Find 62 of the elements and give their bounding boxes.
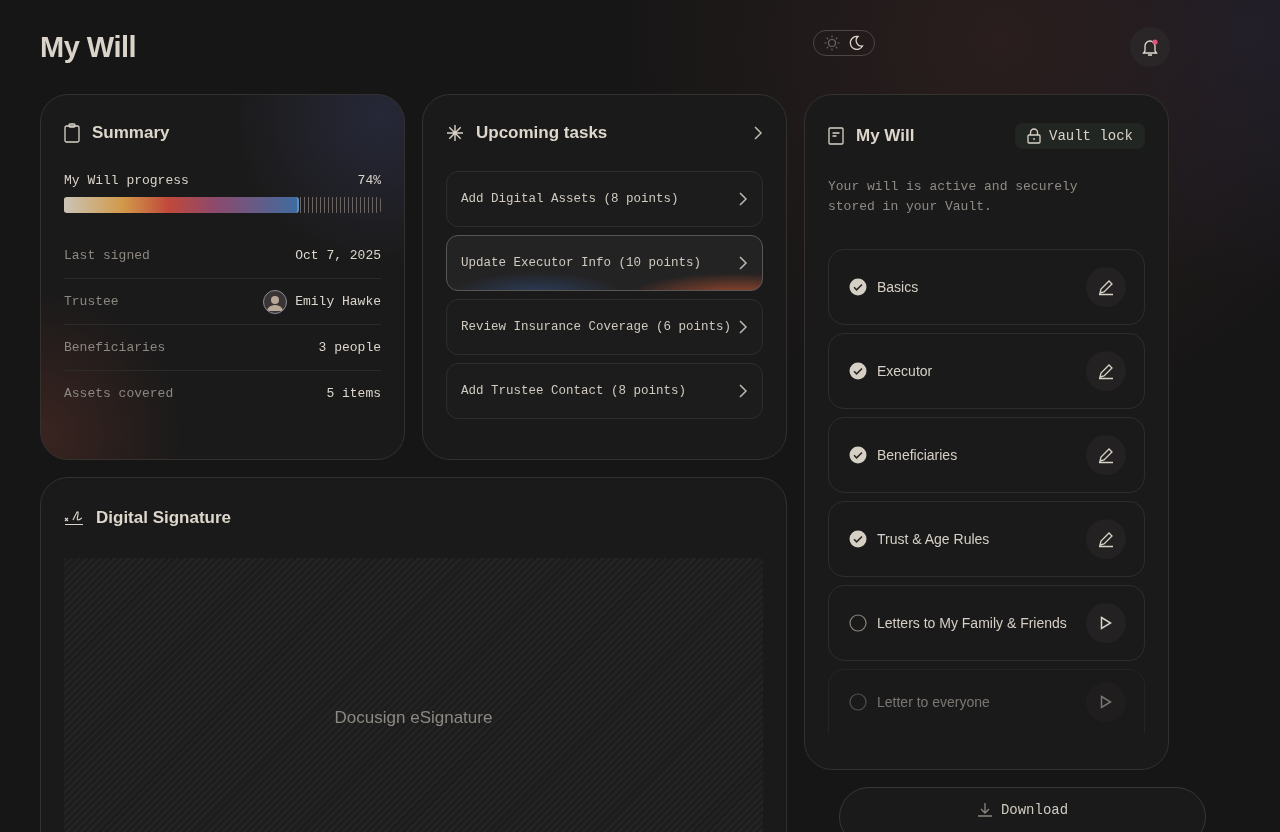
- play-icon: [1100, 616, 1112, 630]
- signature-area[interactable]: Docusign eSignature: [64, 558, 763, 832]
- avatar: [263, 289, 288, 314]
- task-item[interactable]: Review Insurance Coverage (6 points): [446, 299, 763, 355]
- chevron-right-icon: [738, 192, 748, 206]
- document-icon: [828, 127, 844, 145]
- section-label: Letters to My Family & Friends: [877, 615, 1068, 631]
- pencil-icon: [1097, 362, 1115, 380]
- card-title: Digital Signature: [96, 508, 232, 528]
- task-item[interactable]: Update Executor Info (10 points): [446, 235, 763, 291]
- asterisk-icon: [446, 124, 464, 142]
- will-section[interactable]: Trust & Age Rules: [828, 501, 1145, 577]
- summary-label: Beneficiaries: [64, 340, 166, 355]
- card-title: Upcoming tasks: [476, 123, 608, 143]
- signature-icon: [64, 510, 84, 526]
- will-section[interactable]: Executor: [828, 333, 1145, 409]
- will-section[interactable]: Letters to My Family & Friends: [828, 585, 1145, 661]
- lock-icon: [1027, 128, 1041, 144]
- clipboard-icon: [64, 123, 80, 143]
- will-description: Your will is active and securely stored in your Vault.: [828, 178, 1079, 216]
- summary-value: Emily Hawke: [295, 294, 381, 309]
- pencil-icon: [1097, 530, 1115, 548]
- will-section[interactable]: Basics: [828, 249, 1145, 325]
- lock-label: Vault lock: [1049, 128, 1133, 144]
- edit-button[interactable]: [1086, 351, 1126, 391]
- edit-button[interactable]: [1086, 519, 1126, 559]
- page-title: My Will: [40, 30, 137, 64]
- section-label: Trust & Age Rules: [877, 531, 991, 547]
- summary-value: 3 people: [318, 340, 381, 355]
- summary-label: Trustee: [64, 294, 119, 309]
- edit-button[interactable]: [1086, 267, 1126, 307]
- will-section[interactable]: Beneficiaries: [828, 417, 1145, 493]
- section-label: Beneficiaries: [877, 447, 959, 463]
- section-label: Executor: [877, 363, 934, 379]
- chevron-right-icon: [738, 320, 748, 334]
- vault-lock-badge[interactable]: Vault lock: [1015, 123, 1145, 149]
- task-item[interactable]: Add Digital Assets (8 points): [446, 171, 763, 227]
- card-title: My Will: [856, 126, 915, 146]
- download-icon: [976, 802, 993, 818]
- pencil-icon: [1097, 278, 1115, 296]
- summary-label: Last signed: [64, 248, 150, 263]
- chevron-right-icon: [753, 126, 763, 140]
- task-item[interactable]: Add Trustee Contact (8 points): [446, 363, 763, 419]
- notification-button[interactable]: [1130, 27, 1170, 67]
- summary-label: Assets covered: [64, 386, 174, 401]
- edit-button[interactable]: [1086, 435, 1126, 475]
- chevron-right-icon: [738, 256, 748, 270]
- section-label: Letter to everyone: [877, 693, 991, 710]
- play-button[interactable]: [1086, 603, 1126, 643]
- progress-value: 74%: [357, 173, 381, 188]
- play-icon: [1100, 694, 1112, 709]
- pencil-icon: [1097, 446, 1115, 464]
- sun-icon: [824, 35, 840, 51]
- section-label: Basics: [877, 279, 920, 295]
- chevron-right-icon: [738, 384, 748, 398]
- moon-icon: [848, 35, 864, 51]
- card-title: Summary: [92, 123, 170, 143]
- progress-label: My Will progress: [64, 173, 189, 188]
- summary-value: Oct 7, 2025: [295, 248, 381, 263]
- signature-placeholder: Docusign eSignature: [334, 708, 493, 728]
- summary-value: 5 items: [326, 386, 381, 401]
- download-button[interactable]: Download: [839, 787, 1206, 832]
